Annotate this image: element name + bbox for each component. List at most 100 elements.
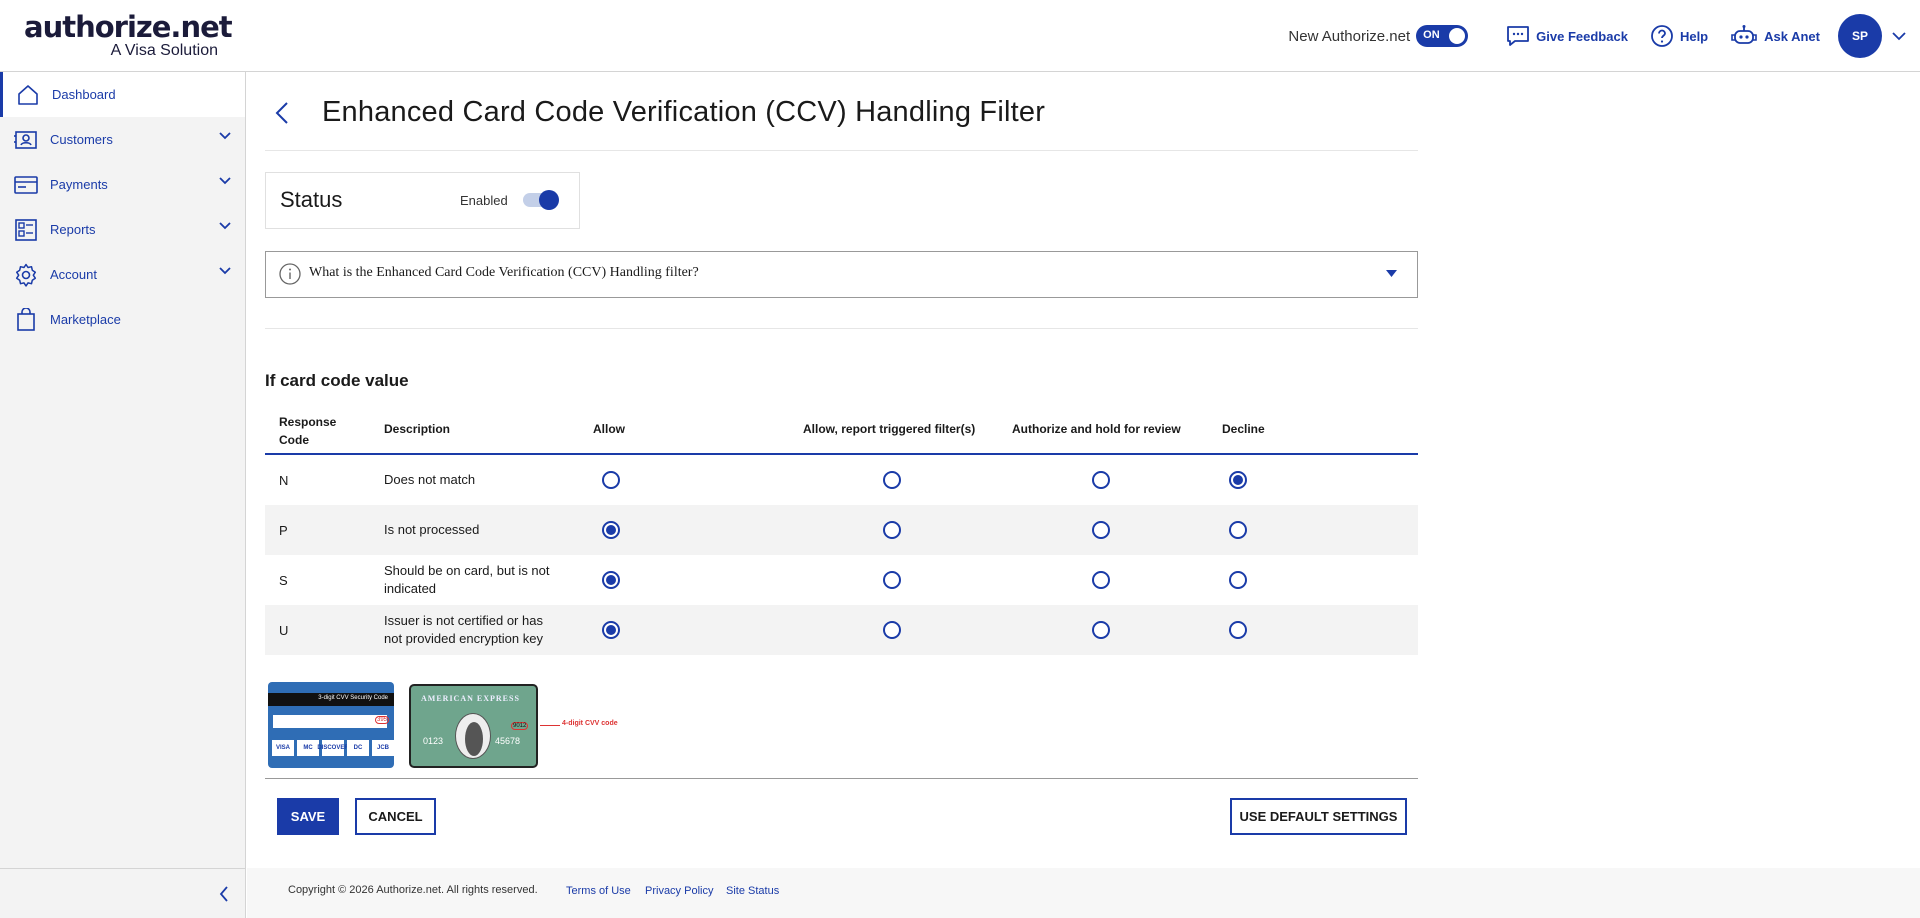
page-title: Enhanced Card Code Verification (CCV) Ha… — [322, 96, 1046, 128]
column-header-allow-report: Allow, report triggered filter(s) — [803, 422, 976, 436]
radio-allow-report[interactable] — [883, 521, 901, 539]
cancel-button[interactable]: CANCEL — [355, 798, 436, 835]
info-accordion-label: What is the Enhanced Card Code Verificat… — [309, 265, 699, 280]
column-header-description: Description — [384, 422, 451, 436]
terms-of-use-link[interactable]: Terms of Use — [566, 885, 631, 897]
chevron-down-icon — [219, 222, 231, 230]
mastercard-logo: MC — [297, 740, 319, 756]
visa-logo: VISA — [272, 740, 294, 756]
table-header: Response Code Description Allow Allow, r… — [265, 405, 1418, 455]
diners-logo: DC — [347, 740, 369, 756]
radio-allow[interactable] — [602, 521, 620, 539]
status-enabled-label: Enabled — [460, 193, 508, 208]
save-button[interactable]: SAVE — [277, 798, 339, 835]
give-feedback-link[interactable]: Give Feedback — [1506, 25, 1628, 47]
sidebar-collapse-bar — [0, 868, 245, 918]
chevron-left-icon[interactable] — [219, 886, 229, 902]
toggle-knob — [1449, 28, 1466, 44]
logo-subtitle: A Visa Solution — [110, 42, 218, 59]
help-label: Help — [1679, 28, 1709, 44]
radio-allow[interactable] — [602, 571, 620, 589]
help-link[interactable]: Help — [1650, 24, 1708, 48]
toggle-on-label: ON — [1423, 29, 1440, 41]
sidebar-item-label: Account — [50, 267, 97, 282]
radio-authorize-hold[interactable] — [1092, 471, 1110, 489]
sidebar-item-label: Customers — [50, 132, 113, 147]
bag-icon — [14, 307, 38, 332]
radio-decline[interactable] — [1229, 621, 1247, 639]
response-code-cell: N — [279, 473, 289, 488]
description-cell: Issuer is not certified or has not provi… — [384, 613, 543, 646]
response-code-table: Response Code Description Allow Allow, r… — [265, 405, 1418, 655]
description-cell: Should be on card, but is not indicated — [384, 563, 550, 596]
response-code-cell: S — [279, 573, 288, 588]
radio-authorize-hold[interactable] — [1092, 521, 1110, 539]
logo-text: authorize.net — [24, 10, 233, 44]
sidebar-item-label: Reports — [50, 222, 96, 237]
radio-allow[interactable] — [602, 471, 620, 489]
footer: Copyright © 2026 Authorize.net. All righ… — [247, 868, 1920, 918]
card-brand-logos: VISA MC DISCOVER DC JCB — [272, 740, 394, 756]
back-arrow-icon[interactable] — [275, 102, 289, 124]
amex-cvv-code: 9012 — [511, 722, 529, 730]
sidebar-item-reports[interactable]: Reports — [0, 207, 245, 252]
use-default-settings-button[interactable]: USE DEFAULT SETTINGS — [1230, 798, 1407, 835]
customers-icon — [14, 128, 38, 152]
reports-icon — [14, 218, 38, 242]
robot-icon — [1731, 25, 1757, 44]
divider — [265, 778, 1418, 779]
table-body: N Does not match P Is not processed S Should … — [265, 455, 1418, 655]
new-authorize-net-label: New Authorize.net — [1288, 27, 1411, 45]
sidebar-item-label: Payments — [50, 177, 108, 192]
user-avatar[interactable]: SP — [1838, 14, 1882, 58]
cvv-caption: 3-digit CVV Security Code — [318, 695, 388, 701]
table-row: U Issuer is not certified or has not prov… — [265, 605, 1418, 655]
sidebar-item-dashboard[interactable]: Dashboard — [0, 72, 245, 117]
centurion-portrait — [455, 713, 491, 759]
visa-cvv-code: 395 — [375, 716, 390, 724]
response-code-cell: U — [279, 623, 289, 638]
radio-decline[interactable] — [1229, 521, 1247, 539]
feedback-icon — [1507, 26, 1530, 46]
table-row: N Does not match — [265, 455, 1418, 505]
home-icon — [16, 83, 40, 107]
radio-allow-report[interactable] — [883, 621, 901, 639]
amex-number-part: 0123 — [423, 736, 444, 746]
caret-down-icon — [1386, 270, 1397, 277]
site-status-link[interactable]: Site Status — [726, 885, 779, 897]
sidebar-item-account[interactable]: Account — [0, 252, 245, 297]
chevron-down-icon — [219, 132, 231, 140]
signature-strip — [273, 715, 387, 728]
table-row: S Should be on card, but is not indicated — [265, 555, 1418, 605]
radio-authorize-hold[interactable] — [1092, 571, 1110, 589]
ask-anet-link[interactable]: Ask Anet — [1730, 24, 1820, 48]
description-cell: Is not processed — [384, 522, 480, 537]
amex-number-part: 45678 — [495, 736, 521, 746]
chevron-down-icon[interactable] — [1892, 31, 1906, 41]
radio-authorize-hold[interactable] — [1092, 621, 1110, 639]
chevron-down-icon — [219, 177, 231, 185]
payments-icon — [14, 173, 38, 197]
new-authorize-net-toggle[interactable]: ON — [1416, 25, 1469, 47]
radio-allow[interactable] — [602, 621, 620, 639]
radio-allow-report[interactable] — [883, 571, 901, 589]
radio-allow-report[interactable] — [883, 471, 901, 489]
column-header-authorize-hold: Authorize and hold for review — [1012, 422, 1181, 436]
sidebar-item-marketplace[interactable]: Marketplace — [0, 297, 245, 342]
column-header-response-code: Response Code — [279, 415, 337, 447]
divider — [265, 328, 1418, 329]
radio-decline[interactable] — [1229, 571, 1247, 589]
radio-decline[interactable] — [1229, 471, 1247, 489]
chevron-down-icon — [219, 267, 231, 275]
sidebar-item-customers[interactable]: Customers — [0, 117, 245, 162]
table-row: P Is not processed — [265, 505, 1418, 555]
status-enabled-toggle[interactable] — [523, 190, 559, 210]
status-title: Status — [280, 187, 343, 212]
status-card: Status Enabled — [265, 172, 580, 229]
sidebar-item-payments[interactable]: Payments — [0, 162, 245, 207]
info-accordion[interactable]: What is the Enhanced Card Code Verificat… — [265, 251, 1418, 298]
authorize-net-logo[interactable]: authorize.net A Visa Solution — [24, 10, 233, 60]
column-header-decline: Decline — [1222, 422, 1265, 436]
sidebar-item-label: Marketplace — [50, 312, 121, 327]
privacy-policy-link[interactable]: Privacy Policy — [645, 885, 713, 897]
